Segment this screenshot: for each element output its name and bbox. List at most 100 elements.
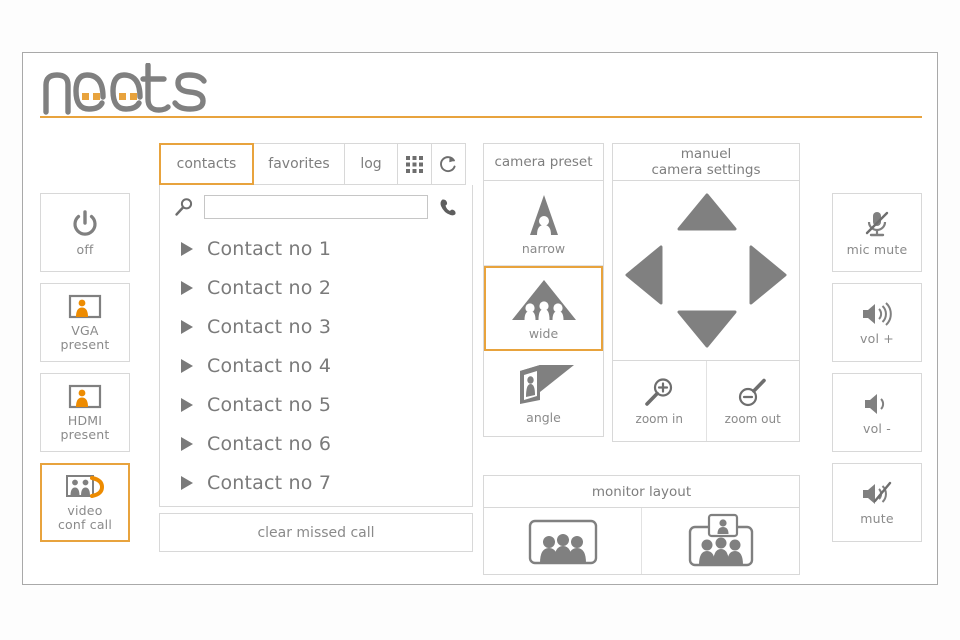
camera-preset-label: wide (528, 326, 559, 341)
list-item[interactable]: Contact no 1 (160, 229, 472, 268)
camera-preset-narrow[interactable]: narrow (484, 181, 603, 266)
speaker-mute-icon (863, 481, 892, 504)
sidebar-item-mic-mute[interactable]: mic mute (832, 193, 922, 272)
list-item[interactable]: Contact no 4 (160, 346, 472, 385)
mic-mute-icon (865, 211, 889, 236)
play-arrow-icon (181, 319, 193, 334)
tab-log[interactable]: log (344, 143, 398, 185)
camera-wide-icon (511, 280, 576, 320)
tab-label: log (360, 156, 382, 172)
brand-header (40, 63, 922, 128)
play-arrow-icon (181, 358, 193, 373)
contact-name: Contact no 7 (207, 471, 332, 494)
search-icon (175, 198, 193, 216)
camera-preset-angle[interactable]: angle (484, 351, 603, 436)
tab-label: favorites (268, 156, 330, 172)
sidebar-item-mute[interactable]: mute (832, 463, 922, 542)
sidebar-item-volume-up[interactable]: vol + (832, 283, 922, 362)
camera-preset-title: camera preset (483, 143, 604, 181)
panel-title-line2: camera settings (651, 162, 761, 178)
arrow-down-icon[interactable] (677, 310, 737, 348)
sidebar-item-label: HDMI present (60, 412, 110, 442)
search-input[interactable] (204, 195, 428, 219)
tab-contacts[interactable]: contacts (159, 143, 254, 185)
panel-title-line1: manuel (680, 146, 732, 162)
source-rail: off VGA present HDMI present video conf … (40, 193, 130, 553)
play-arrow-icon (181, 475, 193, 490)
play-arrow-icon (181, 241, 193, 256)
contact-name: Contact no 4 (207, 354, 332, 377)
zoom-in-icon (645, 377, 673, 406)
manual-camera-panel: manuel camera settings zoom in zoom out (612, 143, 800, 442)
refresh-icon (440, 155, 456, 172)
power-icon (73, 209, 97, 236)
play-arrow-icon (181, 436, 193, 451)
sidebar-item-vga-present[interactable]: VGA present (40, 283, 130, 362)
camera-preset-wide[interactable]: wide (484, 266, 603, 351)
monitor-layout-panel: monitor layout (483, 475, 800, 575)
sidebar-item-volume-down[interactable]: vol - (832, 373, 922, 452)
monitor-layout-fullscreen[interactable] (484, 508, 642, 574)
list-item[interactable]: Contact no 2 (160, 268, 472, 307)
sidebar-item-hdmi-present[interactable]: HDMI present (40, 373, 130, 452)
hdmi-present-icon (68, 384, 102, 408)
sidebar-item-label: VGA present (60, 322, 110, 352)
monitor-layout-pip[interactable] (642, 508, 799, 574)
panel-title-text: monitor layout (591, 483, 692, 500)
tab-refresh[interactable] (431, 143, 466, 185)
volume-up-icon (863, 301, 892, 326)
audio-rail: mic mute vol + vol - mute (832, 193, 922, 553)
arrow-left-icon[interactable] (625, 245, 663, 305)
vga-present-icon (68, 294, 102, 318)
manual-camera-title: manuel camera settings (612, 143, 800, 181)
list-item[interactable]: Contact no 3 (160, 307, 472, 346)
camera-narrow-icon (529, 194, 558, 235)
contact-name: Contact no 2 (207, 276, 332, 299)
play-arrow-icon (181, 280, 193, 295)
zoom-in-button[interactable]: zoom in (613, 361, 707, 441)
camera-dpad (612, 181, 800, 361)
monitor-layout-title: monitor layout (483, 475, 800, 508)
sidebar-item-off[interactable]: off (40, 193, 130, 272)
contact-name: Contact no 5 (207, 393, 332, 416)
video-call-icon (66, 474, 105, 498)
zoom-out-label: zoom out (724, 411, 781, 426)
monitor-single-icon (528, 519, 597, 565)
arrow-up-icon[interactable] (677, 193, 737, 231)
sidebar-item-label: vol + (860, 330, 894, 346)
contact-name: Contact no 6 (207, 432, 332, 455)
camera-preset-label: angle (526, 410, 561, 425)
list-item[interactable]: Contact no 7 (160, 463, 472, 502)
camera-preset-label: narrow (521, 240, 566, 256)
zoom-in-label: zoom in (635, 411, 683, 426)
brand-divider (40, 116, 922, 118)
list-item[interactable]: Contact no 6 (160, 424, 472, 463)
list-item[interactable]: Contact no 5 (160, 385, 472, 424)
sidebar-item-video-conf-call[interactable]: video conf call (40, 463, 130, 542)
search-row (160, 185, 472, 229)
monitor-layout-row (483, 508, 800, 575)
arrow-right-icon[interactable] (749, 245, 787, 305)
contact-name: Contact no 1 (207, 237, 332, 260)
camera-preset-body: narrow wide angle (483, 181, 604, 437)
tab-favorites[interactable]: favorites (253, 143, 345, 185)
zoom-out-icon (738, 378, 766, 406)
tab-label: contacts (176, 156, 237, 172)
volume-down-icon (865, 393, 885, 414)
app-frame: off VGA present HDMI present video conf … (22, 52, 938, 585)
tab-keypad[interactable] (397, 143, 432, 185)
clear-missed-call-button[interactable]: clear missed call (159, 513, 473, 552)
sidebar-item-label: mic mute (846, 241, 908, 257)
zoom-out-button[interactable]: zoom out (707, 361, 800, 441)
keypad-grid-icon (406, 155, 423, 173)
sidebar-item-label: vol - (862, 420, 891, 436)
contact-name: Contact no 3 (207, 315, 332, 338)
sidebar-item-label: off (76, 241, 94, 257)
sidebar-item-label: mute (860, 510, 894, 526)
contacts-tabbar: contacts favorites log (159, 143, 473, 185)
monitor-pip-icon (688, 513, 753, 567)
camera-angle-icon (519, 365, 574, 404)
play-arrow-icon (181, 397, 193, 412)
clear-missed-call-label: clear missed call (257, 524, 375, 541)
phone-handset-icon[interactable] (438, 197, 458, 217)
